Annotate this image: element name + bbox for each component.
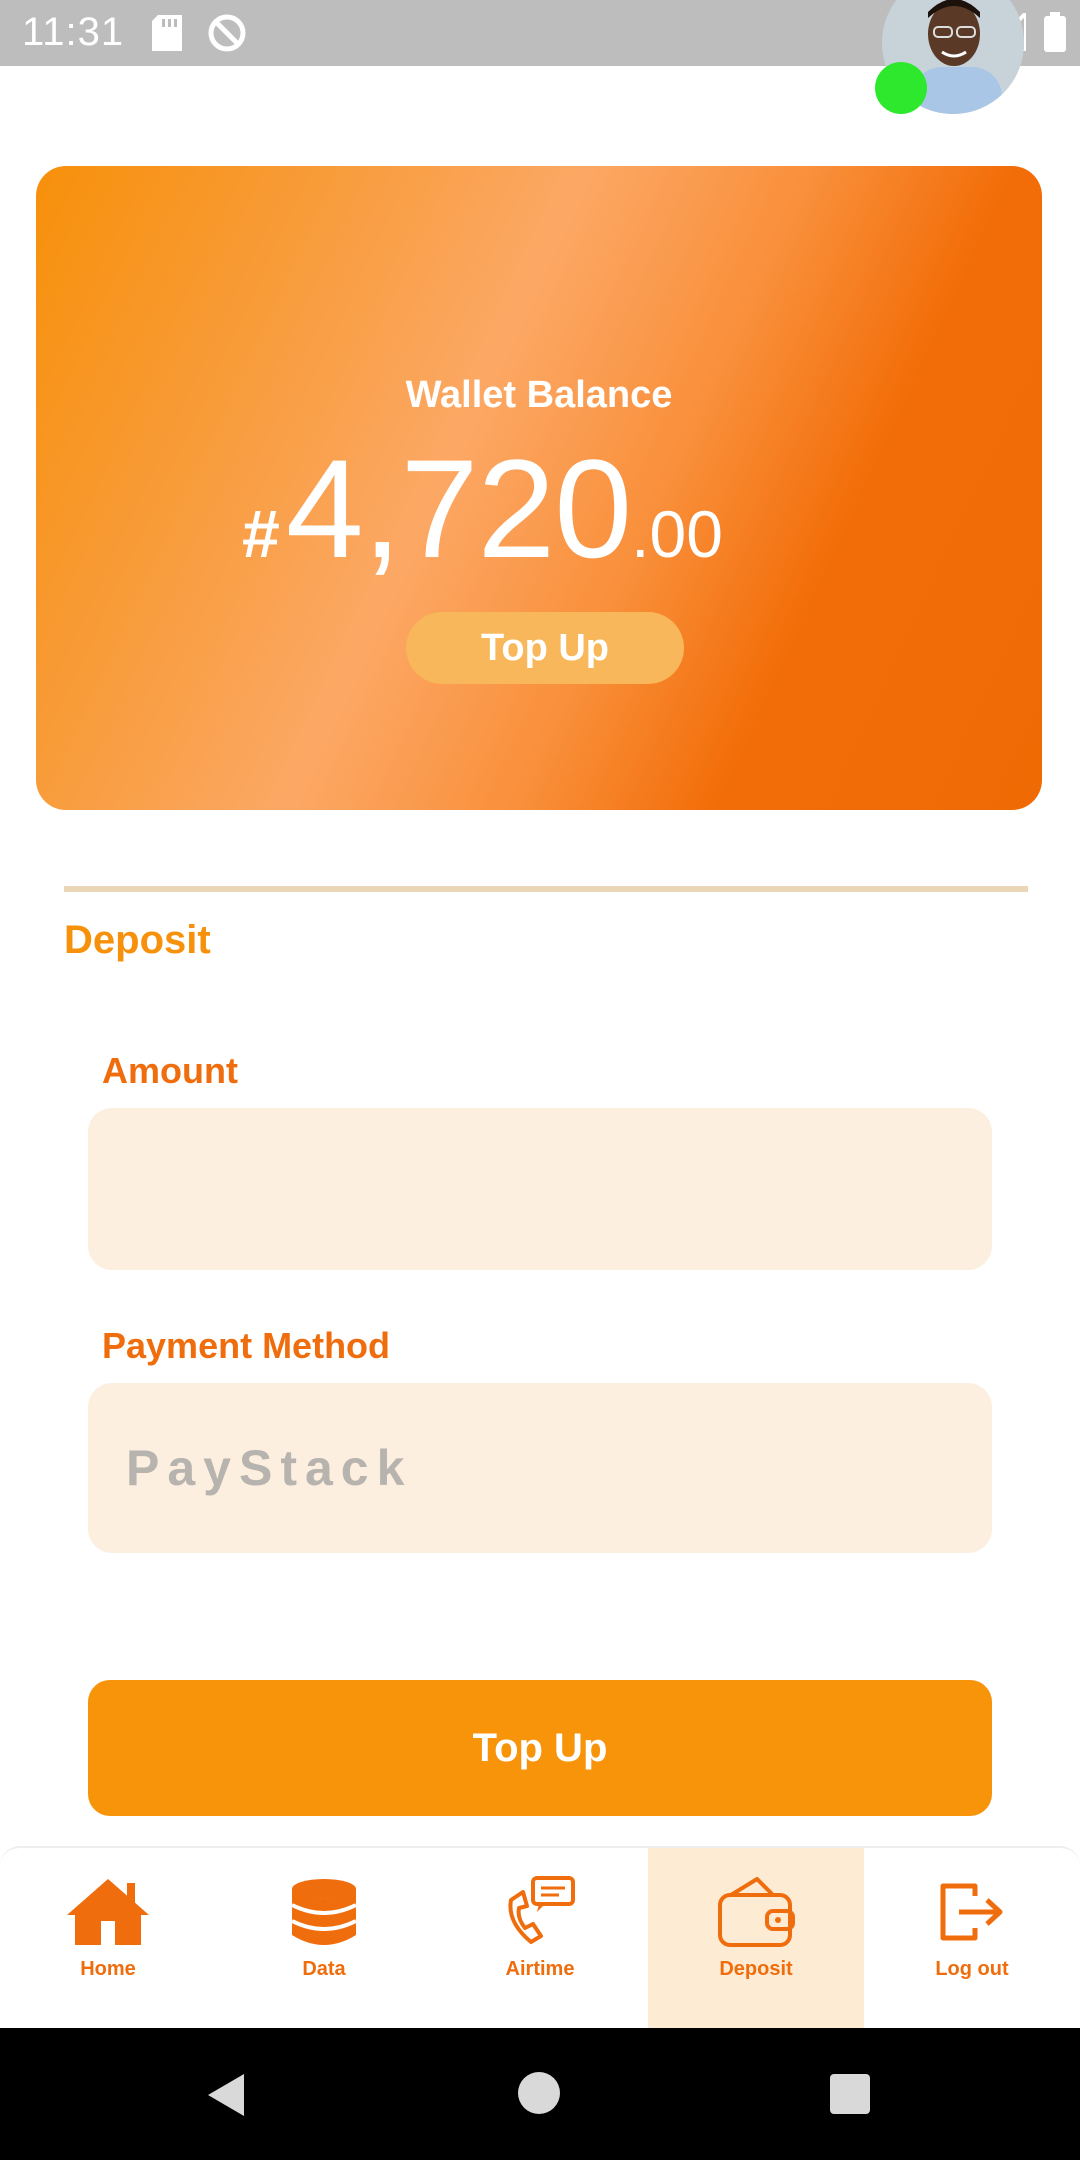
wallet-balance-label: Wallet Balance xyxy=(405,374,673,416)
database-icon xyxy=(289,1874,359,1950)
wallet-top-up-button[interactable]: Top Up xyxy=(406,612,684,684)
amount-decimal: .00 xyxy=(631,497,723,571)
sd-card-icon xyxy=(152,15,182,56)
wallet-icon xyxy=(717,1874,795,1950)
nav-item-data[interactable]: Data xyxy=(216,1848,432,2030)
nav-item-logout[interactable]: Log out xyxy=(864,1848,1080,2030)
amount-integer: 4,720 xyxy=(285,430,632,587)
payment-method-select[interactable]: PayStack xyxy=(88,1383,992,1553)
amount-input[interactable] xyxy=(88,1108,992,1270)
nav-label-logout: Log out xyxy=(935,1958,1009,1980)
payment-method-value: PayStack xyxy=(126,1440,413,1496)
wallet-balance-card: Wallet Balance # 4,720 .00 Top Up xyxy=(36,166,1042,810)
online-status-indicator xyxy=(875,62,927,114)
currency-symbol: # xyxy=(242,496,280,572)
nav-label-airtime: Airtime xyxy=(505,1958,575,1980)
nav-item-airtime[interactable]: Airtime xyxy=(432,1848,648,2030)
bottom-navigation: Home Data Airtime Deposit Log out xyxy=(0,1846,1080,2030)
nav-label-deposit: Deposit xyxy=(719,1958,793,1980)
home-button-icon[interactable] xyxy=(518,2072,560,2114)
system-navigation-bar xyxy=(0,2028,1080,2160)
section-divider xyxy=(64,886,1028,892)
top-up-submit-button[interactable]: Top Up xyxy=(88,1680,992,1816)
recent-apps-icon[interactable] xyxy=(830,2074,870,2114)
amount-label: Amount xyxy=(102,1050,238,1091)
back-icon[interactable] xyxy=(204,2072,248,2123)
battery-icon xyxy=(1044,12,1066,57)
deposit-screen: 11:31 Wallet Balance # 4,720 .00 Top Up … xyxy=(0,0,1080,2160)
nav-label-data: Data xyxy=(302,1958,346,1980)
home-icon xyxy=(65,1874,151,1950)
nav-item-home[interactable]: Home xyxy=(0,1848,216,2030)
payment-method-label: Payment Method xyxy=(102,1325,391,1366)
phone-chat-icon xyxy=(505,1874,575,1950)
nav-label-home: Home xyxy=(80,1958,136,1980)
wallet-balance-amount: # 4,720 .00 xyxy=(242,428,723,590)
logout-icon xyxy=(939,1874,1005,1950)
deposit-section-title: Deposit xyxy=(64,918,211,962)
sync-icon xyxy=(206,12,248,59)
status-time: 11:31 xyxy=(22,10,125,54)
nav-item-deposit[interactable]: Deposit xyxy=(648,1848,864,2030)
